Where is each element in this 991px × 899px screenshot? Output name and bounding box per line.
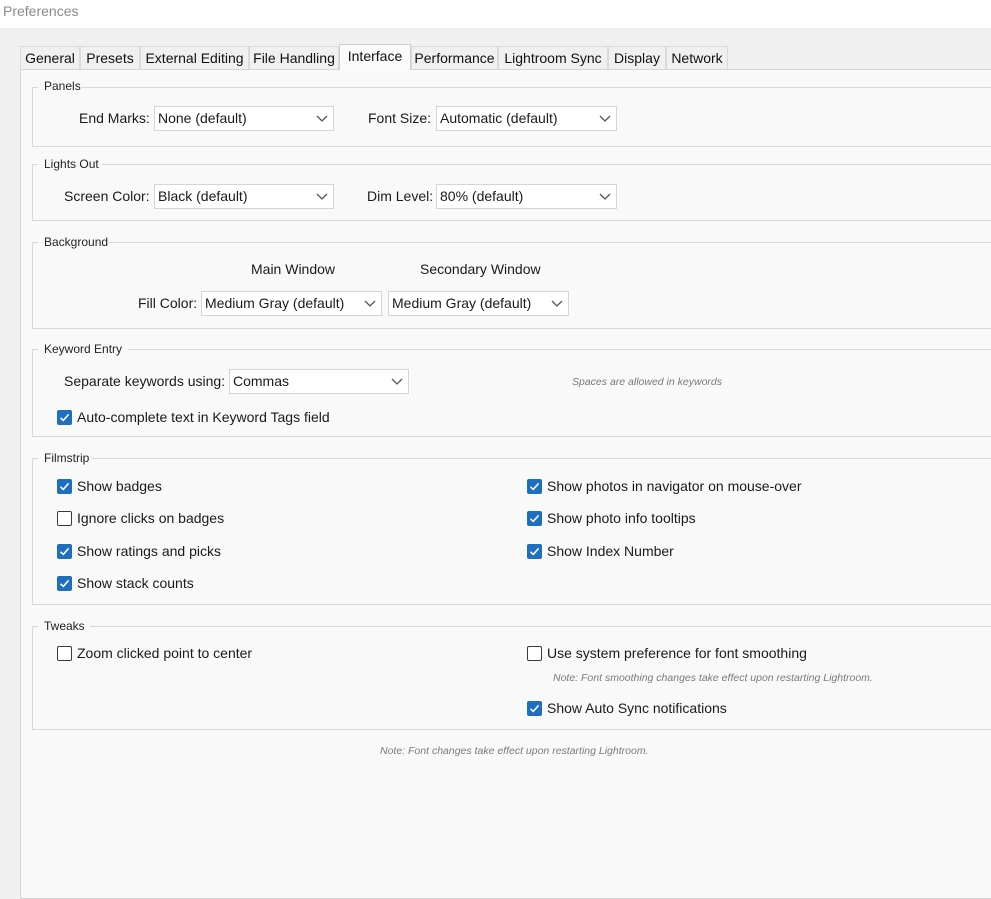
show-badges-label[interactable]: Show badges: [77, 478, 162, 494]
chevron-down-icon: [364, 300, 376, 307]
zoom-clicked-point-label[interactable]: Zoom clicked point to center: [77, 645, 252, 661]
font-changes-note: Note: Font changes take effect upon rest…: [380, 745, 649, 757]
ignore-clicks-label[interactable]: Ignore clicks on badges: [77, 510, 224, 526]
tab-presets[interactable]: Presets: [80, 46, 140, 69]
end-marks-select[interactable]: None (default): [154, 106, 334, 131]
ignore-clicks-checkbox[interactable]: [57, 511, 72, 526]
chevron-down-icon: [599, 115, 611, 122]
checkmark-icon: [59, 547, 70, 556]
autocomplete-label[interactable]: Auto-complete text in Keyword Tags field: [77, 409, 330, 425]
background-group-title: Background: [44, 235, 109, 249]
checkmark-icon: [59, 482, 70, 491]
chevron-down-icon: [316, 115, 328, 122]
font-size-label: Font Size:: [368, 110, 432, 126]
show-photo-info-checkbox[interactable]: [527, 511, 542, 526]
tab-general[interactable]: General: [20, 46, 80, 69]
tab-performance[interactable]: Performance: [411, 46, 498, 69]
show-photo-info-label[interactable]: Show photo info tooltips: [547, 510, 696, 526]
show-ratings-checkbox[interactable]: [57, 544, 72, 559]
show-photos-navigator-label[interactable]: Show photos in navigator on mouse-over: [547, 478, 801, 494]
auto-sync-notifications-label[interactable]: Show Auto Sync notifications: [547, 700, 727, 716]
auto-sync-notifications-checkbox[interactable]: [527, 701, 542, 716]
fill-color-label: Fill Color:: [138, 295, 198, 311]
filmstrip-group-title: Filmstrip: [44, 451, 90, 465]
panels-group-title: Panels: [44, 79, 81, 93]
chevron-down-icon: [599, 193, 611, 200]
tab-external-editing[interactable]: External Editing: [140, 46, 249, 69]
tab-lightroom-sync[interactable]: Lightroom Sync: [498, 46, 608, 69]
checkmark-icon: [529, 514, 540, 523]
separate-keywords-select[interactable]: Commas: [229, 369, 409, 394]
title-bar: Preferences: [0, 0, 991, 28]
show-photos-navigator-checkbox[interactable]: [527, 479, 542, 494]
lights-out-group-title: Lights Out: [44, 157, 99, 171]
separate-keywords-label: Separate keywords using:: [64, 373, 226, 389]
show-badges-checkbox[interactable]: [57, 479, 72, 494]
tab-display[interactable]: Display: [608, 46, 666, 69]
secondary-window-column-label: Secondary Window: [420, 261, 541, 277]
show-stack-counts-label[interactable]: Show stack counts: [77, 575, 194, 591]
autocomplete-checkbox[interactable]: [57, 410, 72, 425]
screen-color-select[interactable]: Black (default): [154, 184, 334, 209]
spaces-allowed-note: Spaces are allowed in keywords: [572, 376, 722, 388]
checkmark-icon: [529, 704, 540, 713]
window-title: Preferences: [3, 3, 79, 19]
font-smoothing-note: Note: Font smoothing changes take effect…: [553, 672, 873, 684]
main-window-column-label: Main Window: [251, 261, 336, 277]
system-font-smoothing-label[interactable]: Use system preference for font smoothing: [547, 645, 807, 661]
tab-network[interactable]: Network: [666, 46, 728, 69]
checkmark-icon: [529, 547, 540, 556]
system-font-smoothing-checkbox[interactable]: [527, 646, 542, 661]
dim-level-label: Dim Level:: [367, 188, 434, 204]
dim-level-select[interactable]: 80% (default): [436, 184, 617, 209]
tab-interface[interactable]: Interface: [339, 44, 411, 70]
checkmark-icon: [59, 579, 70, 588]
show-index-number-label[interactable]: Show Index Number: [547, 543, 674, 559]
show-stack-counts-checkbox[interactable]: [57, 576, 72, 591]
show-index-number-checkbox[interactable]: [527, 544, 542, 559]
checkmark-icon: [59, 413, 70, 422]
chevron-down-icon: [316, 193, 328, 200]
keyword-entry-group-title: Keyword Entry: [44, 342, 123, 356]
chevron-down-icon: [391, 378, 403, 385]
main-window-fill-select[interactable]: Medium Gray (default): [201, 291, 382, 316]
screen-color-label: Screen Color:: [64, 188, 150, 204]
show-ratings-label[interactable]: Show ratings and picks: [77, 543, 221, 559]
tab-file-handling[interactable]: File Handling: [249, 46, 339, 69]
end-marks-label: End Marks:: [79, 110, 150, 126]
tweaks-group-title: Tweaks: [44, 619, 85, 633]
chevron-down-icon: [551, 300, 563, 307]
checkmark-icon: [529, 482, 540, 491]
zoom-clicked-point-checkbox[interactable]: [57, 646, 72, 661]
font-size-select[interactable]: Automatic (default): [436, 106, 617, 131]
secondary-window-fill-select[interactable]: Medium Gray (default): [388, 291, 569, 316]
